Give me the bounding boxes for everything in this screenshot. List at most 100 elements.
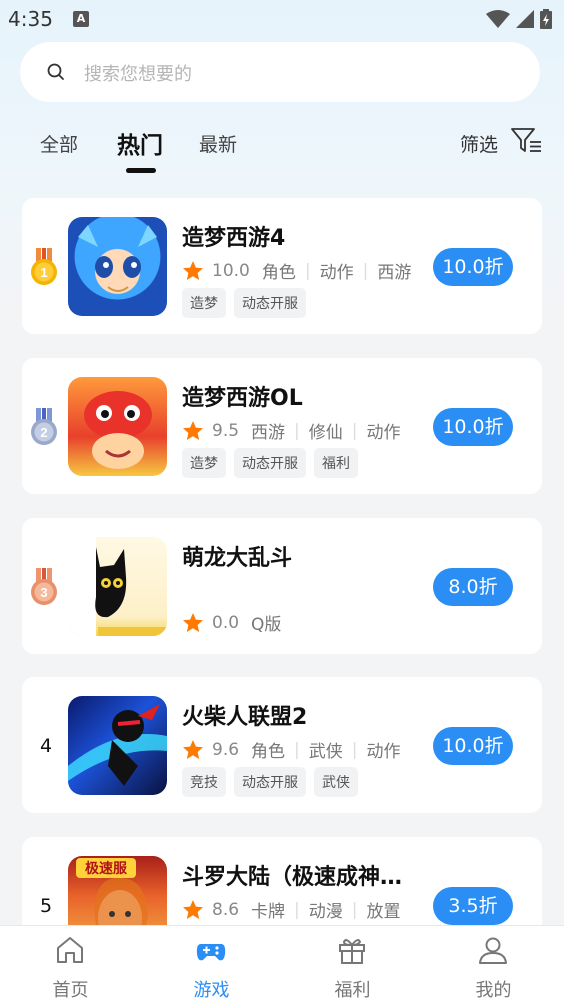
game-category: 角色 [261,263,296,283]
star-icon [183,260,203,280]
game-category: Q版 [251,615,282,635]
home-icon [57,937,83,963]
discount-button[interactable]: 8.0折 [433,568,513,606]
character-art [68,537,167,636]
game-title: 造梦西游4 [182,226,286,251]
signal-icon [516,10,534,28]
game-thumbnail [68,537,167,636]
game-category: 角色 [251,742,286,762]
game-thumbnail [68,217,167,316]
status-time: 4:35 [8,7,53,31]
category-tabs: 全部 热门 最新 筛选 [0,118,564,178]
game-title: 萌龙大乱斗 [182,546,293,571]
tab-newest[interactable]: 最新 [199,130,237,157]
status-bar: 4:35 A [0,0,564,38]
game-meta: 9.5 西游 | 修仙 | 动作 [182,418,401,443]
discount-button[interactable]: 10.0折 [433,408,513,446]
game-tag: 动态开服 [234,767,306,797]
nav-welfare[interactable]: 福利 [282,926,423,1005]
battery-icon [540,9,552,29]
nav-profile[interactable]: 我的 [423,926,564,1005]
tab-all[interactable]: 全部 [40,130,78,157]
tab-hot[interactable]: 热门 [117,126,163,160]
game-tag: 武侠 [314,767,358,797]
game-title: 火柴人联盟2 [182,705,308,730]
game-title: 造梦西游OL [182,386,303,411]
category-divider: | [351,739,358,760]
nav-label: 首页 [52,980,89,1001]
user-icon [479,937,507,964]
game-tag: 动态开服 [234,448,306,478]
character-art: 极速服 [76,858,148,925]
rank-number: 4 [40,735,53,757]
star-icon [183,420,203,440]
game-thumbnail: 极速服 [68,856,167,925]
rank-number: 5 [40,895,53,917]
filter-button[interactable]: 筛选 [460,130,498,157]
discount-button[interactable]: 10.0折 [433,727,513,765]
game-thumbnail [68,377,167,476]
medal-rank: 2 [40,425,47,440]
game-tag: 福利 [314,448,358,478]
game-category: 动作 [319,263,354,283]
game-card[interactable]: 4 火柴人联盟2 9.6 角色 | 武侠 | 动作 竞技 动态开服 武侠 10.… [22,677,542,813]
game-thumbnail [68,696,167,795]
text-a-icon: A [73,11,89,27]
search-bar[interactable]: 搜索您想要的 [20,42,540,102]
game-score: 8.6 [212,899,240,920]
category-divider: | [294,420,300,441]
nav-games[interactable]: 游戏 [141,926,282,1005]
wifi-icon [486,10,510,28]
active-tab-indicator [126,168,156,173]
game-score: 10.0 [212,260,250,281]
game-category: 动作 [366,742,401,762]
game-card[interactable]: 5 极速服 斗罗大陆（极速成神… 8.6 卡牌 | 动漫 | 放置 3.5折 [22,837,542,925]
character-art [78,225,157,292]
category-divider: | [351,420,358,441]
category-divider: | [294,899,300,920]
game-list: 1 造梦西游4 10.0 角色 | 动作 | 西游 造梦 动态开服 10.0折 [0,198,564,925]
search-input[interactable]: 搜索您想要的 [84,60,192,86]
character-art [68,704,167,786]
game-meta: 8.6 卡牌 | 动漫 | 放置 [182,897,401,922]
game-category: 放置 [366,902,401,922]
gamepad-icon [196,944,226,961]
game-score: 9.5 [212,420,240,441]
category-divider: | [304,260,311,281]
nav-home[interactable]: 首页 [0,926,141,1005]
game-score: 0.0 [212,612,240,633]
game-category: 武侠 [308,742,343,762]
game-category: 卡牌 [251,902,286,922]
bronze-medal-icon: 3 [31,568,57,605]
game-category: 动漫 [308,902,343,922]
game-card[interactable]: 2 造梦西游OL 9.5 西游 | 修仙 | 动作 造梦 动态开服 福利 10.… [22,358,542,494]
category-divider: | [351,899,358,920]
game-tags: 造梦 动态开服 福利 [182,448,358,478]
medal-rank: 1 [40,265,47,280]
game-tag: 造梦 [182,448,226,478]
game-category: 西游 [377,263,412,283]
discount-button[interactable]: 10.0折 [433,248,513,286]
silver-medal-icon: 2 [31,408,57,445]
game-card[interactable]: 3 萌龙大乱斗 0.0 Q版 8.0折 [22,518,542,654]
gold-medal-icon: 1 [31,248,57,285]
game-category: 动作 [366,423,401,443]
nav-label: 游戏 [193,980,230,1001]
nav-label: 我的 [475,980,512,1001]
search-icon [47,63,64,80]
game-card[interactable]: 1 造梦西游4 10.0 角色 | 动作 | 西游 造梦 动态开服 10.0折 [22,198,542,334]
game-title: 斗罗大陆（极速成神… [182,865,403,890]
star-icon [183,612,203,632]
game-category: 西游 [251,423,286,443]
bottom-navigation: 首页 游戏 福利 我的 [0,925,564,1005]
nav-label: 福利 [334,980,371,1001]
character-art [84,391,152,469]
star-icon [183,739,203,759]
medal-rank: 3 [40,585,47,600]
game-score: 9.6 [212,739,240,760]
game-meta: 0.0 Q版 [182,610,281,635]
discount-button[interactable]: 3.5折 [433,887,513,925]
category-divider: | [294,739,300,760]
game-category: 修仙 [308,423,343,443]
filter-icon[interactable] [510,125,544,155]
